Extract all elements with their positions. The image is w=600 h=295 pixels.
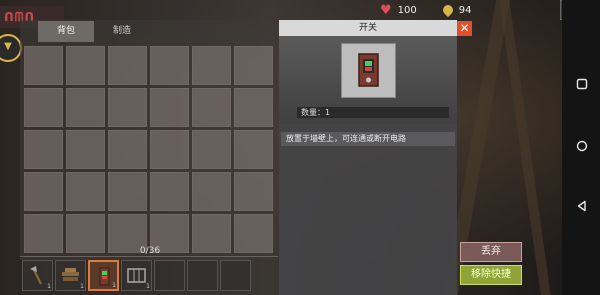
hotbar-slot[interactable]: 1 xyxy=(22,260,53,291)
hotbar-divider xyxy=(20,256,278,257)
fence-icon xyxy=(126,265,147,286)
inventory-slot[interactable] xyxy=(24,214,63,253)
hotbar-slot[interactable]: 1 xyxy=(88,260,119,291)
inventory-tabs: 背包 制造 xyxy=(38,21,150,42)
hotbar-slot[interactable] xyxy=(154,260,185,291)
inventory-slot[interactable] xyxy=(24,130,63,169)
tab-backpack[interactable]: 背包 xyxy=(38,21,94,42)
location-pin-icon xyxy=(440,2,455,18)
hotbar-slot[interactable]: 1 xyxy=(55,260,86,291)
inventory-slot[interactable] xyxy=(66,214,105,253)
inventory-count: 0/36 xyxy=(139,246,161,256)
inventory-slot[interactable] xyxy=(192,46,231,85)
close-button[interactable]: ✕ xyxy=(457,21,472,36)
inventory-slot[interactable] xyxy=(150,88,189,127)
inventory-slot[interactable] xyxy=(66,88,105,127)
switch-item-image xyxy=(341,43,396,98)
recent-apps-icon[interactable] xyxy=(575,78,589,93)
wood-pile-icon xyxy=(60,265,81,286)
hotbar-slot[interactable]: 1 xyxy=(121,260,152,291)
tab-crafting[interactable]: 制造 xyxy=(94,21,150,42)
inventory-slot[interactable] xyxy=(192,172,231,211)
currency-value: 94 xyxy=(458,4,472,16)
health-value: 100 xyxy=(397,4,417,16)
inventory-slot[interactable] xyxy=(66,46,105,85)
inventory-slot[interactable] xyxy=(150,46,189,85)
inventory-slot[interactable] xyxy=(192,130,231,169)
home-icon[interactable] xyxy=(575,140,589,155)
slot-quantity: 1 xyxy=(47,283,51,290)
hotbar: 1 1 1 1 xyxy=(22,260,251,291)
back-icon[interactable] xyxy=(575,200,589,215)
inventory-slot[interactable] xyxy=(234,214,273,253)
quantity-label: 数量：1 xyxy=(297,107,449,118)
inventory-slot[interactable] xyxy=(108,46,147,85)
inventory-slot[interactable] xyxy=(150,130,189,169)
inventory-slot[interactable] xyxy=(24,46,63,85)
hotbar-slot[interactable] xyxy=(187,260,218,291)
item-description: 放置于墙壁上，可连通或断开电路 xyxy=(281,132,455,146)
inventory-slot[interactable] xyxy=(192,88,231,127)
slot-quantity: 1 xyxy=(80,283,84,290)
inventory-grid xyxy=(24,46,273,253)
inventory-slot[interactable] xyxy=(24,88,63,127)
inventory-slot[interactable] xyxy=(192,214,231,253)
inventory-slot[interactable] xyxy=(234,88,273,127)
status-hud: ♥ 100 94 xyxy=(380,0,471,20)
hotbar-slot[interactable] xyxy=(220,260,251,291)
heart-icon: ♥ xyxy=(380,2,392,18)
inventory-slot[interactable] xyxy=(108,130,147,169)
inventory-slot[interactable] xyxy=(234,130,273,169)
axe-icon xyxy=(27,265,48,286)
inventory-slot[interactable] xyxy=(234,46,273,85)
remove-shortcut-button[interactable]: 移除快捷 xyxy=(460,265,522,285)
inventory-slot[interactable] xyxy=(150,172,189,211)
slot-quantity: 1 xyxy=(112,282,116,289)
inventory-slot[interactable] xyxy=(108,172,147,211)
inventory-slot[interactable] xyxy=(66,172,105,211)
item-title: 开关 xyxy=(279,20,457,36)
inventory-slot[interactable] xyxy=(108,88,147,127)
slot-quantity: 1 xyxy=(146,283,150,290)
inventory-slot[interactable] xyxy=(66,130,105,169)
inventory-slot[interactable] xyxy=(234,172,273,211)
drop-button[interactable]: 丢弃 xyxy=(460,242,522,262)
inventory-slot[interactable] xyxy=(24,172,63,211)
